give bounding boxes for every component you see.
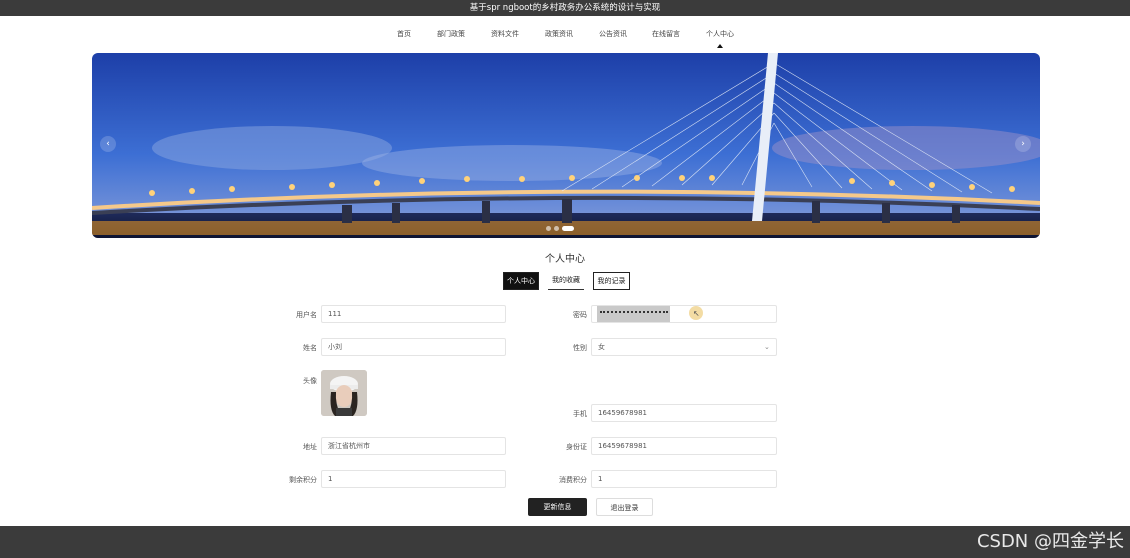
carousel-prev-button[interactable]: ‹ <box>100 136 116 152</box>
banner-carousel[interactable] <box>92 53 1040 238</box>
phone-field[interactable]: 16459678981 <box>591 404 777 422</box>
banner-image <box>92 53 1040 238</box>
carousel-dot[interactable] <box>554 226 559 231</box>
nav-item-home[interactable]: 首页 <box>397 29 411 39</box>
carousel-dot[interactable] <box>546 226 551 231</box>
page-title: 个人中心 <box>545 254 585 265</box>
id-number-field[interactable]: 16459678981 <box>591 437 777 455</box>
mouse-cursor-icon: ↖ <box>693 309 700 318</box>
app-title-bar: 基于spr ngboot的乡村政务办公系统的设计与实现 <box>0 0 1130 16</box>
app-title: 基于spr ngboot的乡村政务办公系统的设计与实现 <box>469 3 661 13</box>
footer <box>0 526 1130 558</box>
id-number-label: 身份证 <box>566 443 587 451</box>
field5-label: 剩余积分 <box>289 476 317 484</box>
address-label: 地址 <box>303 443 317 451</box>
nav-item-messages[interactable]: 在线留言 <box>652 29 680 39</box>
avatar-image <box>321 370 367 416</box>
nav-item-profile[interactable]: 个人中心 <box>706 29 734 48</box>
main-nav: 首页 部门政策 资料文件 政策资讯 公告资讯 在线留言 个人中心 <box>0 26 1130 48</box>
carousel-next-button[interactable]: › <box>1015 136 1031 152</box>
address-field[interactable]: 浙江省杭州市 <box>321 437 506 455</box>
nav-item-dept-policy[interactable]: 部门政策 <box>437 29 465 39</box>
watermark: CSDN @四金学长 <box>976 531 1124 552</box>
nav-item-documents[interactable]: 资料文件 <box>491 29 519 39</box>
username-label: 用户名 <box>296 311 317 319</box>
nav-item-announcements[interactable]: 公告资讯 <box>599 29 627 39</box>
tab-records[interactable]: 我的记录 <box>593 272 630 290</box>
password-mask <box>600 311 668 313</box>
username-field[interactable]: 111 <box>321 305 506 323</box>
chevron-down-icon: ⌄ <box>764 343 770 351</box>
avatar-label: 头像 <box>303 377 317 385</box>
name-label: 姓名 <box>303 344 317 352</box>
name-field[interactable]: 小刘 <box>321 338 506 356</box>
avatar[interactable] <box>321 370 367 416</box>
chevron-left-icon: ‹ <box>106 139 110 149</box>
field6-label: 消费积分 <box>559 476 587 484</box>
carousel-dot-active[interactable] <box>562 226 574 231</box>
gender-select[interactable]: 女 <box>591 338 777 356</box>
field6-input[interactable]: 1 <box>591 470 777 488</box>
password-label: 密码 <box>573 311 587 319</box>
update-info-button[interactable]: 更新信息 <box>528 498 587 516</box>
field5-input[interactable]: 1 <box>321 470 506 488</box>
chevron-right-icon: › <box>1021 139 1025 149</box>
phone-label: 手机 <box>573 410 587 418</box>
tab-profile[interactable]: 个人中心 <box>503 272 539 290</box>
logout-button[interactable]: 退出登录 <box>596 498 653 516</box>
password-selection-highlight <box>597 306 670 322</box>
tab-favorites[interactable]: 我的收藏 <box>548 272 584 290</box>
nav-item-policy-news[interactable]: 政策资讯 <box>545 29 573 39</box>
gender-label: 性别 <box>573 344 587 352</box>
